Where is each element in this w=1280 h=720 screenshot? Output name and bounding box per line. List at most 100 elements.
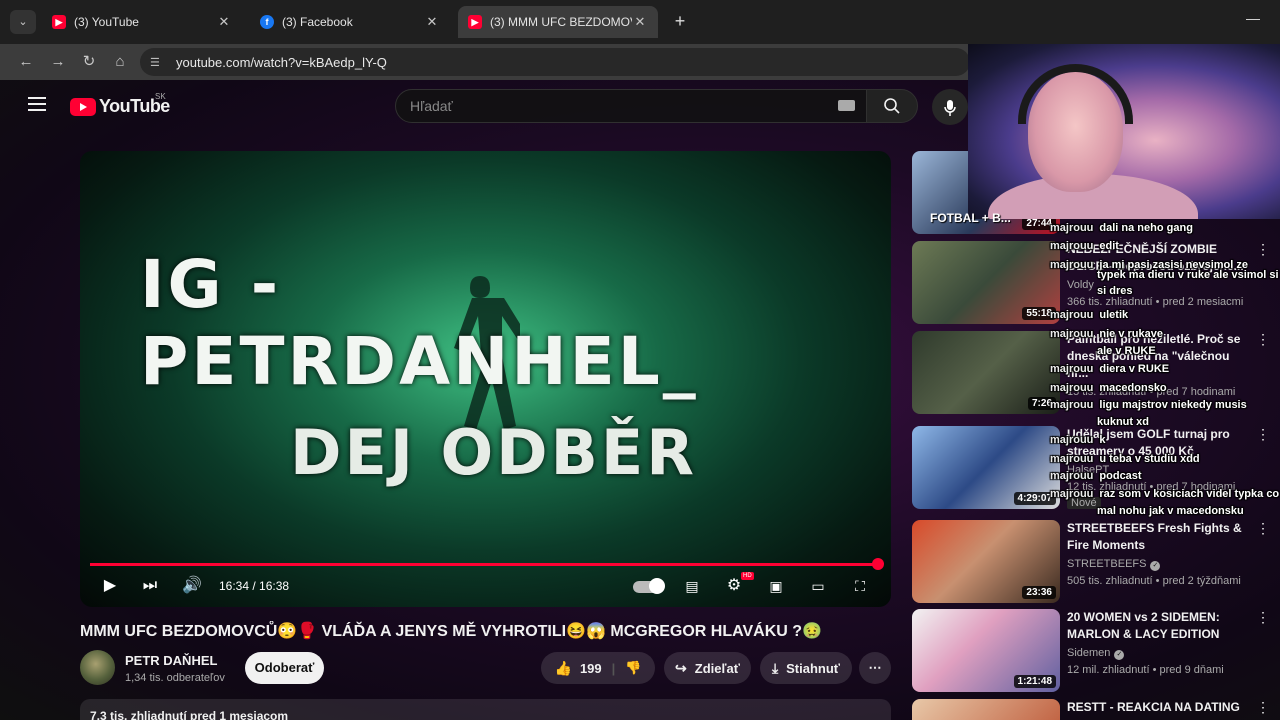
volume-icon[interactable]: 🔊 <box>182 575 202 597</box>
chat-username: majrouu <box>1050 470 1094 482</box>
chat-message: majrouu dali na neho gang <box>1050 220 1193 236</box>
chat-message: majrouu podcast <box>1050 468 1142 484</box>
chat-username: majrouu <box>1050 434 1094 446</box>
more-vert-icon[interactable]: ⋮ <box>1256 331 1270 348</box>
recommendation-meta: 505 tis. zhliadnutí • pred 2 týždňami <box>1067 575 1241 587</box>
close-icon[interactable]: ✕ <box>424 14 440 30</box>
subtitles-icon[interactable]: ▤ <box>681 575 703 597</box>
channel-name[interactable]: PETR DAŇHEL <box>125 653 217 668</box>
chat-username: majrouu <box>1050 453 1094 465</box>
recommendation-channel[interactable]: Voldy <box>1067 279 1094 291</box>
video-thumbnail[interactable]: 55:18 <box>912 241 1060 324</box>
more-vert-icon[interactable]: ⋮ <box>1256 520 1270 537</box>
menu-icon[interactable] <box>28 97 46 111</box>
webcam-overlay <box>968 44 1280 219</box>
chat-username: majrouu <box>1050 259 1094 271</box>
facebook-icon: f <box>260 15 274 29</box>
chat-username: majrouu <box>1050 399 1094 411</box>
chat-message: majrouu k <box>1050 432 1106 448</box>
chat-text: diera v RUKE <box>1099 363 1170 375</box>
chat-text: ale v RUKE <box>1097 345 1156 357</box>
more-vert-icon[interactable]: ⋮ <box>1256 241 1270 258</box>
video-thumbnail[interactable] <box>912 699 1060 720</box>
recommendation-channel[interactable]: Sidemen ✓ <box>1067 647 1125 660</box>
description-box[interactable]: 7,3 tis. zhliadnutí pred 1 mesiacom <box>80 699 891 720</box>
chat-username: majrouu <box>1050 240 1094 252</box>
browser-tab-bar: ⌄ ▶ (3) YouTube ✕ f (3) Facebook ✕ ▶ (3)… <box>0 0 1280 44</box>
download-button[interactable]: ⤓ Stiahnuť <box>760 652 852 684</box>
video-title: MMM UFC BEZDOMOVCŮ😳🥊 VLÁĎA A JENYS MĚ VY… <box>80 623 822 640</box>
next-icon[interactable]: ⏭ <box>140 575 160 597</box>
recommendation-title[interactable]: RESTT - REAKCIA NA DATING <box>1067 699 1247 716</box>
browser-tab-youtube[interactable]: ▶ (3) YouTube ✕ <box>42 6 242 38</box>
more-vert-icon[interactable]: ⋮ <box>1256 699 1270 716</box>
chat-message: typek ma dieru v ruke ale vsimol si <box>1097 267 1279 283</box>
search-button[interactable] <box>866 89 918 123</box>
keyboard-icon[interactable] <box>838 100 855 111</box>
recommendation-title[interactable]: 20 WOMEN vs 2 SIDEMEN: MARLON & LACY EDI… <box>1067 609 1247 643</box>
fullscreen-icon[interactable]: ⛶ <box>849 575 871 597</box>
close-icon[interactable]: ✕ <box>632 14 648 30</box>
voice-search-button[interactable] <box>932 89 968 125</box>
hd-badge: HD <box>741 572 754 580</box>
new-tab-button[interactable]: + <box>668 10 692 34</box>
chat-text: uletik <box>1099 309 1129 321</box>
chat-username: majrouu <box>1050 488 1094 500</box>
more-vert-icon[interactable]: ⋮ <box>1256 426 1270 443</box>
more-vert-icon[interactable]: ⋮ <box>1256 609 1270 626</box>
subscribe-button[interactable]: Odoberať <box>245 652 324 684</box>
back-icon[interactable]: ← <box>14 50 38 74</box>
video-thumbnail[interactable]: 23:36 <box>912 520 1060 603</box>
youtube-icon: ▶ <box>52 15 66 29</box>
miniplayer-icon[interactable]: ▣ <box>765 575 787 597</box>
browser-tab-facebook[interactable]: f (3) Facebook ✕ <box>250 6 450 38</box>
progress-fill <box>90 563 878 566</box>
minimize-icon[interactable]: — <box>1246 10 1260 26</box>
recommendation-title[interactable]: STREETBEEFS Fresh Fights & Fire Moments <box>1067 520 1247 554</box>
home-icon[interactable]: ⌂ <box>108 50 132 74</box>
like-count[interactable]: 199 <box>580 661 602 676</box>
video-thumbnail[interactable]: 4:29:07 <box>912 426 1060 509</box>
chat-text: mal nohu jak v macedonsku <box>1097 505 1244 517</box>
tab-label: (3) MMM UFC BEZDOMOVCŮ😳 <box>490 15 632 29</box>
channel-label: STREETBEEFS <box>1067 558 1147 570</box>
recommendation-item[interactable]: 23:36 STREETBEEFS Fresh Fights & Fire Mo… <box>912 520 1280 603</box>
search-input[interactable]: Hľadať <box>395 89 867 123</box>
progress-bar[interactable] <box>90 558 884 570</box>
reload-icon[interactable]: ↻ <box>77 50 101 74</box>
video-thumbnail[interactable]: 7:26 <box>912 331 1060 414</box>
theater-mode-icon[interactable]: ▭ <box>807 575 829 597</box>
site-info-icon[interactable]: ☰ <box>150 56 166 69</box>
tab-search-button[interactable]: ⌄ <box>10 10 36 34</box>
close-icon[interactable]: ✕ <box>216 14 232 30</box>
play-icon[interactable]: ▶ <box>100 575 120 597</box>
share-button[interactable]: ↪ Zdieľať <box>664 652 751 684</box>
chat-text: dali na neho gang <box>1099 222 1193 234</box>
chat-text: nie v rukave <box>1099 328 1163 340</box>
video-thumbnail[interactable]: 1:21:48 <box>912 609 1060 692</box>
autoplay-toggle[interactable] <box>633 578 665 594</box>
video-player[interactable]: IG - PETRDANHEL_ DEJ ODBĚR ▶ ⏭ 🔊 16:34 /… <box>80 151 891 607</box>
chat-message: mal nohu jak v macedonsku <box>1097 503 1244 519</box>
recommendation-item[interactable]: 1:21:48 20 WOMEN vs 2 SIDEMEN: MARLON & … <box>912 609 1280 692</box>
chat-message: majrouu ligu majstrov niekedy musis <box>1050 397 1247 413</box>
browser-tab-video[interactable]: ▶ (3) MMM UFC BEZDOMOVCŮ😳 ✕ <box>458 6 658 38</box>
chat-text: edit <box>1099 240 1119 252</box>
channel-avatar[interactable] <box>80 650 115 685</box>
more-actions-button[interactable]: ⋯ <box>859 652 891 684</box>
recommendation-channel[interactable]: STREETBEEFS ✓ <box>1067 558 1161 571</box>
chat-text: u teba v studiu xdd <box>1099 453 1200 465</box>
progress-scrubber[interactable] <box>871 558 884 570</box>
chat-username: majrouu <box>1050 363 1094 375</box>
address-bar[interactable]: ☰ youtube.com/watch?v=kBAedp_lY-Q <box>140 48 970 76</box>
like-icon[interactable]: 👍 <box>555 660 572 677</box>
recommendation-item[interactable]: RESTT - REAKCIA NA DATING ⋮ <box>912 699 1280 720</box>
forward-icon[interactable]: → <box>46 50 70 74</box>
chat-text: k <box>1099 434 1106 446</box>
chat-message: majrouu nie v rukave <box>1050 326 1163 342</box>
chat-message: kuknut xd <box>1097 414 1149 430</box>
chat-username: majrouu <box>1050 222 1094 234</box>
dislike-icon[interactable]: 👎 <box>625 660 641 676</box>
subscriber-count: 1,34 tis. odberateľov <box>125 672 225 684</box>
verified-icon: ✓ <box>1150 561 1161 571</box>
